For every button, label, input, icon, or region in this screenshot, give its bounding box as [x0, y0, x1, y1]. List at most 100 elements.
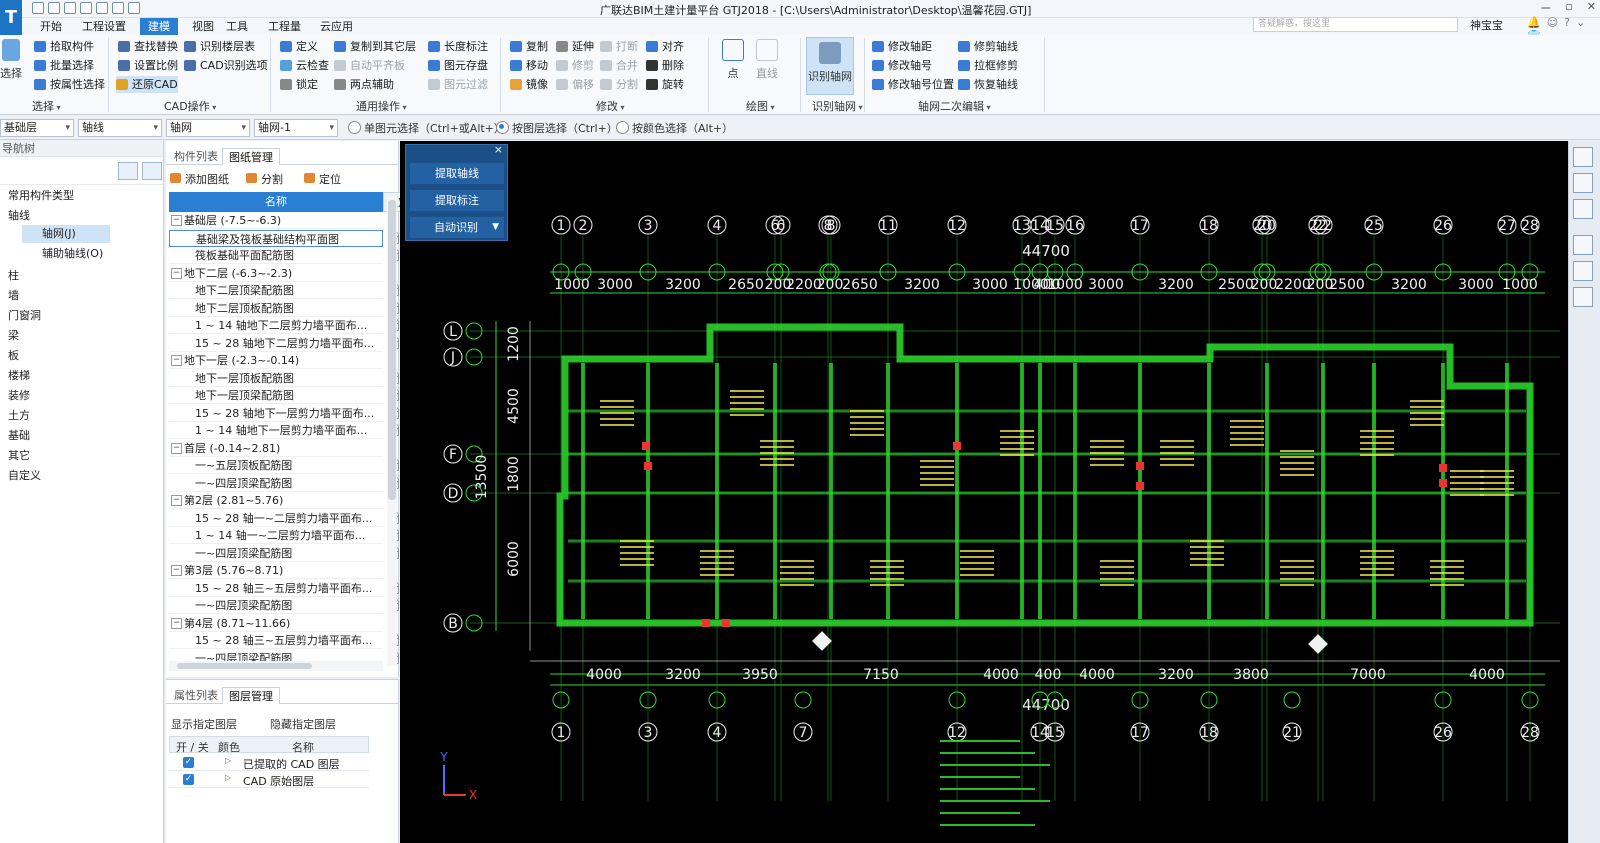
pick-component-button[interactable]: 拾取构件 [34, 38, 94, 55]
close-float-panel-button[interactable]: × [494, 143, 503, 156]
menu-tab-cloud[interactable]: 云应用 [312, 18, 361, 35]
nav-item-axis[interactable]: 轴线 [8, 207, 30, 225]
user-name[interactable]: 神宝宝 [1470, 17, 1503, 33]
hide-specified-layer-button[interactable]: 隐藏指定图层 [270, 716, 336, 732]
locate-drawing-button[interactable]: 定位 [304, 171, 341, 187]
color-select-radio[interactable]: 按颜色选择（Alt+） [616, 120, 733, 136]
single-element-select-radio[interactable]: 单图元选择（Ctrl+或Alt+） [348, 120, 505, 136]
trim-button[interactable]: 修剪 [556, 57, 594, 74]
extend-button[interactable]: 延伸 [556, 38, 594, 55]
tab-layer-management[interactable]: 图层管理 [222, 687, 280, 704]
drawing-row[interactable]: 1 ~ 14 轴地下一层剪力墙平面布... [169, 422, 383, 439]
floor-group-row[interactable]: 第4层 (8.71~11.66) [169, 615, 383, 632]
drawing-row[interactable]: 15 ~ 28 轴一~二层剪力墙平面布... [169, 510, 383, 527]
fit-view-icon[interactable] [1573, 199, 1593, 219]
drawing-row[interactable]: 一~五层顶板配筋图 [169, 457, 383, 474]
menu-tab-project-settings[interactable]: 工程设置 [74, 18, 134, 35]
modify-axis-number-button[interactable]: 修改轴号 [872, 57, 932, 74]
pan-icon[interactable] [1573, 173, 1593, 193]
redo-icon[interactable] [96, 2, 108, 14]
floor-group-row[interactable]: 第2层 (2.81~5.76) [169, 492, 383, 509]
trim-axis-button[interactable]: 修剪轴线 [958, 38, 1018, 55]
layer-view-icon[interactable] [1573, 235, 1593, 255]
restore-button[interactable]: ▫ [1565, 0, 1572, 16]
zoom-icon[interactable] [1573, 147, 1593, 167]
grid-view-icon[interactable] [142, 162, 162, 180]
find-replace-button[interactable]: 查找替换 [118, 38, 178, 55]
modify-axis-spacing-button[interactable]: 修改轴距 [872, 38, 932, 55]
expand-arrow-icon[interactable]: ▷ [225, 773, 231, 782]
define-button[interactable]: 定义 [280, 38, 318, 55]
copy-to-other-floor-button[interactable]: 复制到其它层 [334, 38, 416, 55]
floor-group-row[interactable]: 首层 (-0.14~2.81) [169, 440, 383, 457]
split-button[interactable]: 分割 [600, 76, 638, 93]
drawing-row[interactable]: 1 ~ 14 轴地下二层剪力墙平面布... [169, 317, 383, 334]
extract-dimension-button[interactable]: 提取标注 [410, 190, 504, 211]
print-icon[interactable] [128, 2, 140, 14]
nav-item-earthwork[interactable]: 土方 [8, 407, 30, 425]
cad-recognize-options-button[interactable]: CAD识别选项 [184, 57, 268, 74]
nav-item-custom[interactable]: 自定义 [8, 467, 41, 485]
column-header-name[interactable]: 名称 [169, 192, 383, 212]
nav-item-common-types[interactable]: 常用构件类型 [8, 187, 74, 205]
lock-button[interactable]: 锁定 [280, 76, 318, 93]
two-point-aux-button[interactable]: 两点辅助 [334, 76, 394, 93]
floor-group-row[interactable]: 地下一层 (-2.3~-0.14) [169, 352, 383, 369]
app-logo[interactable]: T [0, 0, 22, 38]
extract-axis-button[interactable]: 提取轴线 [410, 163, 504, 184]
nav-item-wall[interactable]: 墙 [8, 287, 19, 305]
element-save-button[interactable]: 图元存盘 [428, 57, 488, 74]
nav-item-axis-grid[interactable]: 轴网(J) [22, 225, 110, 243]
align-button[interactable]: 对齐 [646, 38, 684, 55]
drawing-row[interactable]: 一~四层顶梁配筋图 [169, 475, 383, 492]
nav-item-foundation[interactable]: 基础 [8, 427, 30, 445]
drawing-row[interactable]: 基础梁及筏板基础结构平面图 [169, 229, 383, 247]
minimize-button[interactable]: ー [1540, 0, 1551, 16]
copy-button[interactable]: 复制 [510, 38, 548, 55]
tab-drawing-management[interactable]: 图纸管理 [222, 148, 280, 165]
batch-select-button[interactable]: 批量选择 [34, 57, 94, 74]
undo-icon[interactable] [80, 2, 92, 14]
drawing-row[interactable]: 地下二层顶梁配筋图 [169, 282, 383, 299]
rotate-button[interactable]: 旋转 [646, 76, 684, 93]
tab-attribute-list[interactable]: 属性列表 [168, 687, 224, 704]
mirror-button[interactable]: 镜像 [510, 76, 548, 93]
floor-group-row[interactable]: 第3层 (5.76~8.71) [169, 562, 383, 579]
drawing-row[interactable]: 15 ~ 28 轴三~五层剪力墙平面布... [169, 580, 383, 597]
draw-line-button[interactable]: 直线 [750, 39, 784, 81]
menu-tab-quantities[interactable]: 工程量 [260, 18, 309, 35]
move-button[interactable]: 移动 [510, 57, 548, 74]
nav-item-slab[interactable]: 板 [8, 347, 19, 365]
menu-tab-tools[interactable]: 工具 [218, 18, 256, 35]
split-drawing-button[interactable]: 分割 [246, 171, 283, 187]
element-filter-button[interactable]: 图元过滤 [428, 76, 488, 93]
nav-item-aux-axis[interactable]: 辅助轴线(O) [22, 245, 103, 263]
cloud-check-button[interactable]: 云检查 [280, 57, 329, 74]
add-drawing-button[interactable]: 添加图纸 [170, 171, 229, 187]
menu-tab-start[interactable]: 开始 [32, 18, 70, 35]
drawing-row[interactable]: 地下二层顶板配筋图 [169, 300, 383, 317]
nav-item-stair[interactable]: 楼梯 [8, 367, 30, 385]
drawing-row[interactable]: 15 ~ 28 轴三~五层剪力墙平面布... [169, 632, 383, 649]
recognize-floor-table-button[interactable]: 识别楼层表 [184, 38, 255, 55]
horizontal-scrollbar[interactable] [169, 661, 383, 671]
box-trim-button[interactable]: 拉框修剪 [958, 57, 1018, 74]
drawing-row[interactable]: 地下一层顶梁配筋图 [169, 387, 383, 404]
select-by-attribute-button[interactable]: 按属性选择 [34, 76, 105, 93]
layer-visible-checkbox[interactable]: ✓ [183, 757, 194, 768]
help-search-input[interactable]: 答疑解惑，搜这里 [1253, 17, 1458, 32]
show-specified-layer-button[interactable]: 显示指定图层 [171, 716, 237, 732]
vertical-scrollbar[interactable] [387, 196, 397, 666]
nav-item-other[interactable]: 其它 [8, 447, 30, 465]
close-button[interactable]: ✕ [1587, 0, 1596, 16]
length-dimension-button[interactable]: 长度标注 [428, 38, 488, 55]
save-icon[interactable] [64, 2, 76, 14]
modify-axis-number-position-button[interactable]: 修改轴号位置 [872, 76, 954, 93]
list-view-icon[interactable] [118, 162, 138, 180]
cad-drawing-canvas[interactable]: 1 2 3 4 6 6 8 8 11 12 13 14 15 16 17 18 20 20 22 22 25 26 27 28… [400, 141, 1568, 843]
floor-group-row[interactable]: 基础层 (-7.5~-6.3) [169, 212, 383, 229]
component-dropdown[interactable]: 轴网-1 [254, 119, 338, 137]
restore-axis-button[interactable]: 恢复轴线 [958, 76, 1018, 93]
nav-item-column[interactable]: 柱 [8, 267, 19, 285]
category-dropdown[interactable]: 轴线 [78, 119, 162, 137]
